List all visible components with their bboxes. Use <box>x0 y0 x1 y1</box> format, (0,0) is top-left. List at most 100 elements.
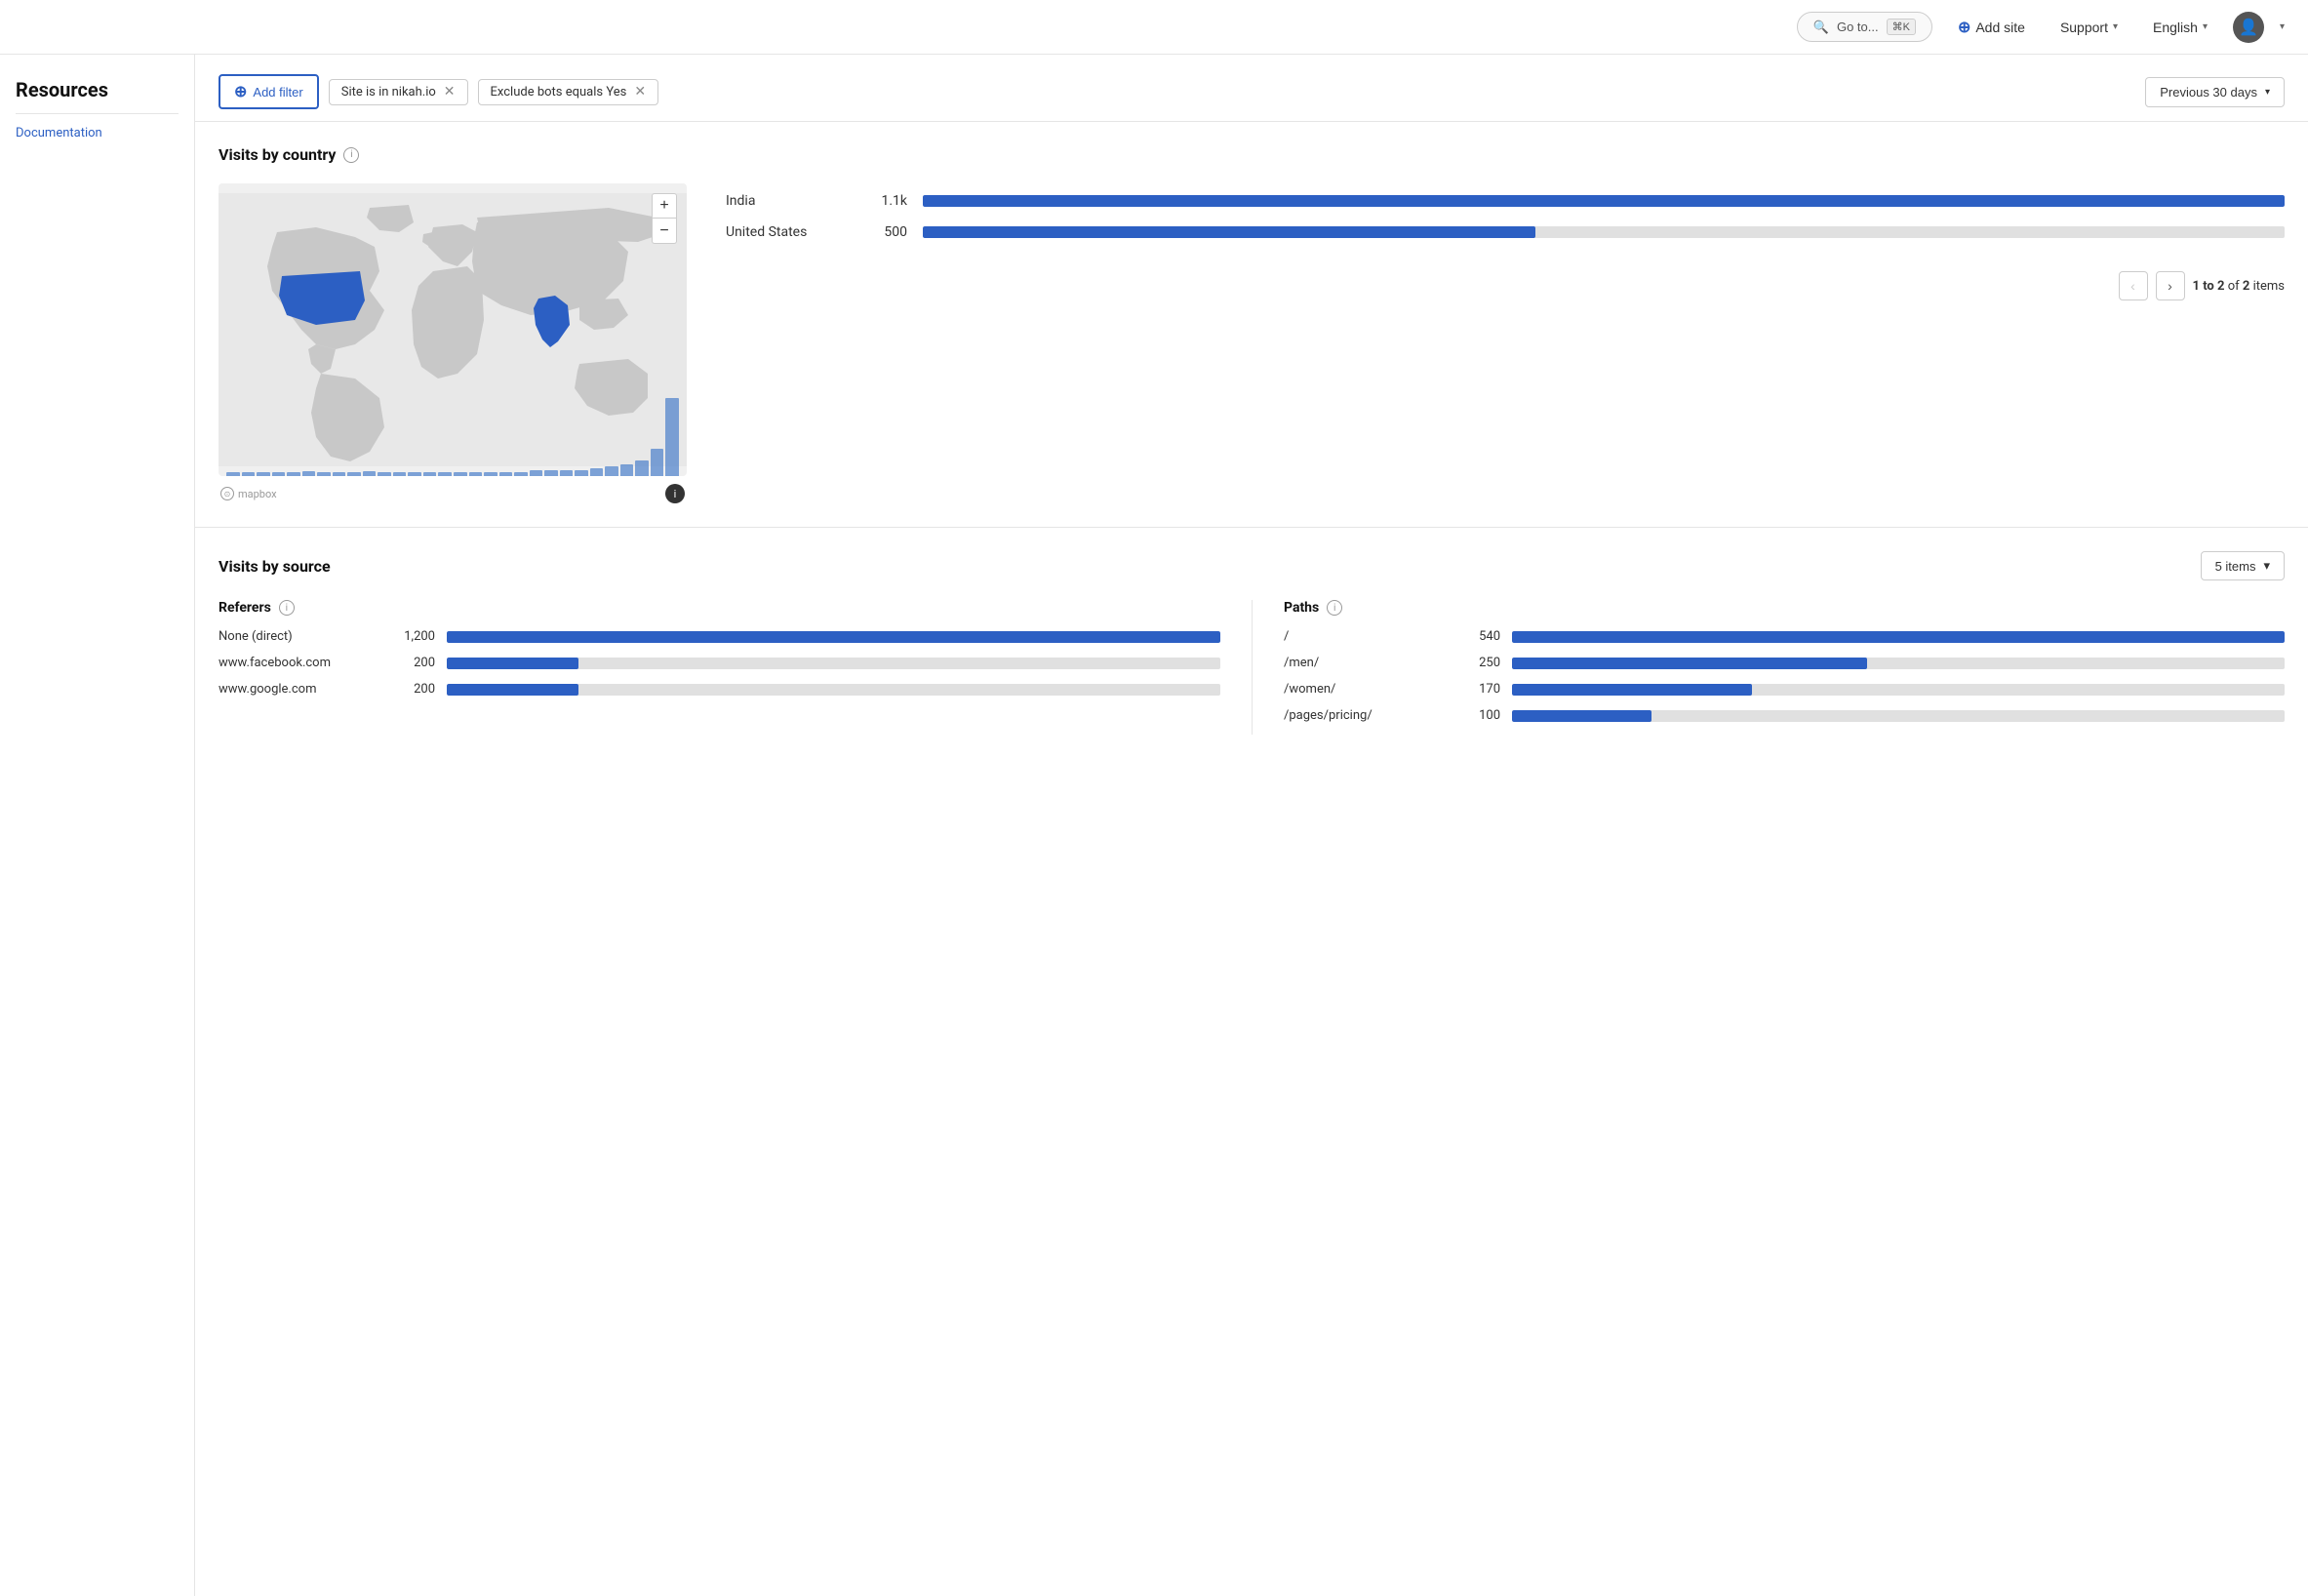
prev-page-button[interactable]: ‹ <box>2119 271 2148 300</box>
goto-button[interactable]: 🔍 Go to... ⌘K <box>1797 12 1932 42</box>
map-container: + − <box>219 183 2285 503</box>
path-bar-fill-women <box>1512 684 1752 696</box>
filter-tag-site-label: Site is in nikah.io <box>341 85 436 100</box>
referer-value-google: 200 <box>386 682 435 697</box>
add-filter-button[interactable]: ⊕ Add filter <box>219 74 319 109</box>
main-content: ⊕ Add filter Site is in nikah.io ✕ Exclu… <box>195 55 2308 1596</box>
paths-column: Paths i / 540 /men/ 250 <box>1252 600 2285 735</box>
path-bar-fill-root <box>1512 631 2285 643</box>
visits-by-country-header: Visits by country i <box>219 145 2285 164</box>
chevron-down-icon: ▾ <box>2263 558 2270 574</box>
path-value-root: 540 <box>1452 629 1500 644</box>
pagination-current: 1 to 2 <box>2193 279 2225 294</box>
language-button[interactable]: English ▾ <box>2143 14 2217 41</box>
chart-bar <box>347 472 361 476</box>
add-filter-label: Add filter <box>253 85 302 100</box>
visits-by-source-header: Visits by source 5 items ▾ <box>219 551 2285 580</box>
user-avatar-button[interactable]: 👤 <box>2233 12 2264 43</box>
pagination-total: 2 <box>2243 279 2249 294</box>
chart-bar <box>408 472 421 476</box>
sidebar-item-documentation[interactable]: Documentation <box>16 126 179 140</box>
path-bar-track-root <box>1512 631 2285 643</box>
referers-info-icon[interactable]: i <box>279 600 295 616</box>
country-value-india: 1.1k <box>858 193 907 209</box>
toolbar: ⊕ Add filter Site is in nikah.io ✕ Exclu… <box>195 55 2308 122</box>
map-mini-chart <box>219 398 687 476</box>
mapbox-label: mapbox <box>238 488 277 500</box>
chart-bar <box>620 464 634 476</box>
main-layout: Resources Documentation ⊕ Add filter Sit… <box>0 55 2308 1596</box>
zoom-out-button[interactable]: − <box>652 219 677 244</box>
paths-title: Paths <box>1284 600 1319 616</box>
plus-icon: ⊕ <box>234 82 247 101</box>
user-icon: 👤 <box>2239 18 2258 36</box>
map-area: + − <box>219 183 687 503</box>
source-grid: Referers i None (direct) 1,200 www.faceb… <box>219 600 2285 735</box>
referer-label-direct: None (direct) <box>219 629 375 644</box>
filter-tag-site: Site is in nikah.io ✕ <box>329 79 468 105</box>
filter-tag-bots-remove[interactable]: ✕ <box>634 85 646 99</box>
country-bar-fill-us <box>923 226 1535 238</box>
support-button[interactable]: Support ▾ <box>2050 14 2128 41</box>
zoom-in-button[interactable]: + <box>652 193 677 219</box>
country-bar-track-us <box>923 226 2285 238</box>
referer-bar-fill-direct <box>447 631 1220 643</box>
visits-by-country-title: Visits by country <box>219 145 336 164</box>
chart-bar <box>651 449 664 476</box>
referer-bar-track-google <box>447 684 1220 696</box>
chevron-down-icon: ▾ <box>2265 87 2270 98</box>
chart-bar <box>560 470 574 476</box>
chart-bar <box>530 470 543 476</box>
pagination-unit: items <box>2253 279 2285 294</box>
chart-bar <box>665 398 679 476</box>
referer-value-direct: 1,200 <box>386 629 435 644</box>
chart-bar <box>378 472 391 476</box>
filter-tag-bots: Exclude bots equals Yes ✕ <box>478 79 659 105</box>
pagination-of: of <box>2228 279 2243 294</box>
map-info-button[interactable]: i <box>665 484 685 503</box>
avatar-chevron-icon: ▾ <box>2280 21 2285 32</box>
date-range-button[interactable]: Previous 30 days ▾ <box>2145 77 2285 107</box>
chart-bar <box>393 472 407 476</box>
toolbar-left: ⊕ Add filter Site is in nikah.io ✕ Exclu… <box>219 74 658 109</box>
chart-bar <box>257 472 270 476</box>
chart-bar <box>544 470 558 476</box>
chart-bar <box>363 471 377 476</box>
path-item-pricing: /pages/pricing/ 100 <box>1284 708 2285 723</box>
referer-item-facebook: www.facebook.com 200 <box>219 656 1220 670</box>
path-bar-track-women <box>1512 684 2285 696</box>
referer-bar-track-direct <box>447 631 1220 643</box>
paths-info-icon[interactable]: i <box>1327 600 1342 616</box>
mapbox-logo: ⊙ mapbox <box>220 487 277 500</box>
country-bar-fill-india <box>923 195 2285 207</box>
path-label-men: /men/ <box>1284 656 1440 670</box>
path-bar-fill-pricing <box>1512 710 1651 722</box>
chart-bar <box>242 472 256 476</box>
path-value-men: 250 <box>1452 656 1500 670</box>
referers-column: Referers i None (direct) 1,200 www.faceb… <box>219 600 1252 735</box>
chart-bar <box>438 472 452 476</box>
add-site-button[interactable]: ⊕ Add site <box>1948 12 2035 43</box>
chart-bar <box>272 472 286 476</box>
chart-bar <box>514 472 528 476</box>
path-bar-track-pricing <box>1512 710 2285 722</box>
paths-header: Paths i <box>1284 600 2285 616</box>
chart-bar <box>575 470 588 476</box>
chart-bar <box>333 472 346 476</box>
referer-label-facebook: www.facebook.com <box>219 656 375 670</box>
map-footer: ⊙ mapbox i <box>219 484 687 503</box>
path-value-women: 170 <box>1452 682 1500 697</box>
sidebar: Resources Documentation <box>0 55 195 1596</box>
chart-bar <box>317 472 331 476</box>
goto-kbd: ⌘K <box>1887 19 1916 35</box>
items-dropdown-button[interactable]: 5 items ▾ <box>2201 551 2285 580</box>
path-value-pricing: 100 <box>1452 708 1500 723</box>
referer-bar-fill-facebook <box>447 658 578 669</box>
next-page-button[interactable]: › <box>2156 271 2185 300</box>
visits-by-country-info-icon[interactable]: i <box>343 147 359 163</box>
filter-tag-site-remove[interactable]: ✕ <box>444 85 456 99</box>
referer-bar-track-facebook <box>447 658 1220 669</box>
chart-bar <box>302 471 316 476</box>
path-bar-track-men <box>1512 658 2285 669</box>
chart-bar <box>469 472 483 476</box>
